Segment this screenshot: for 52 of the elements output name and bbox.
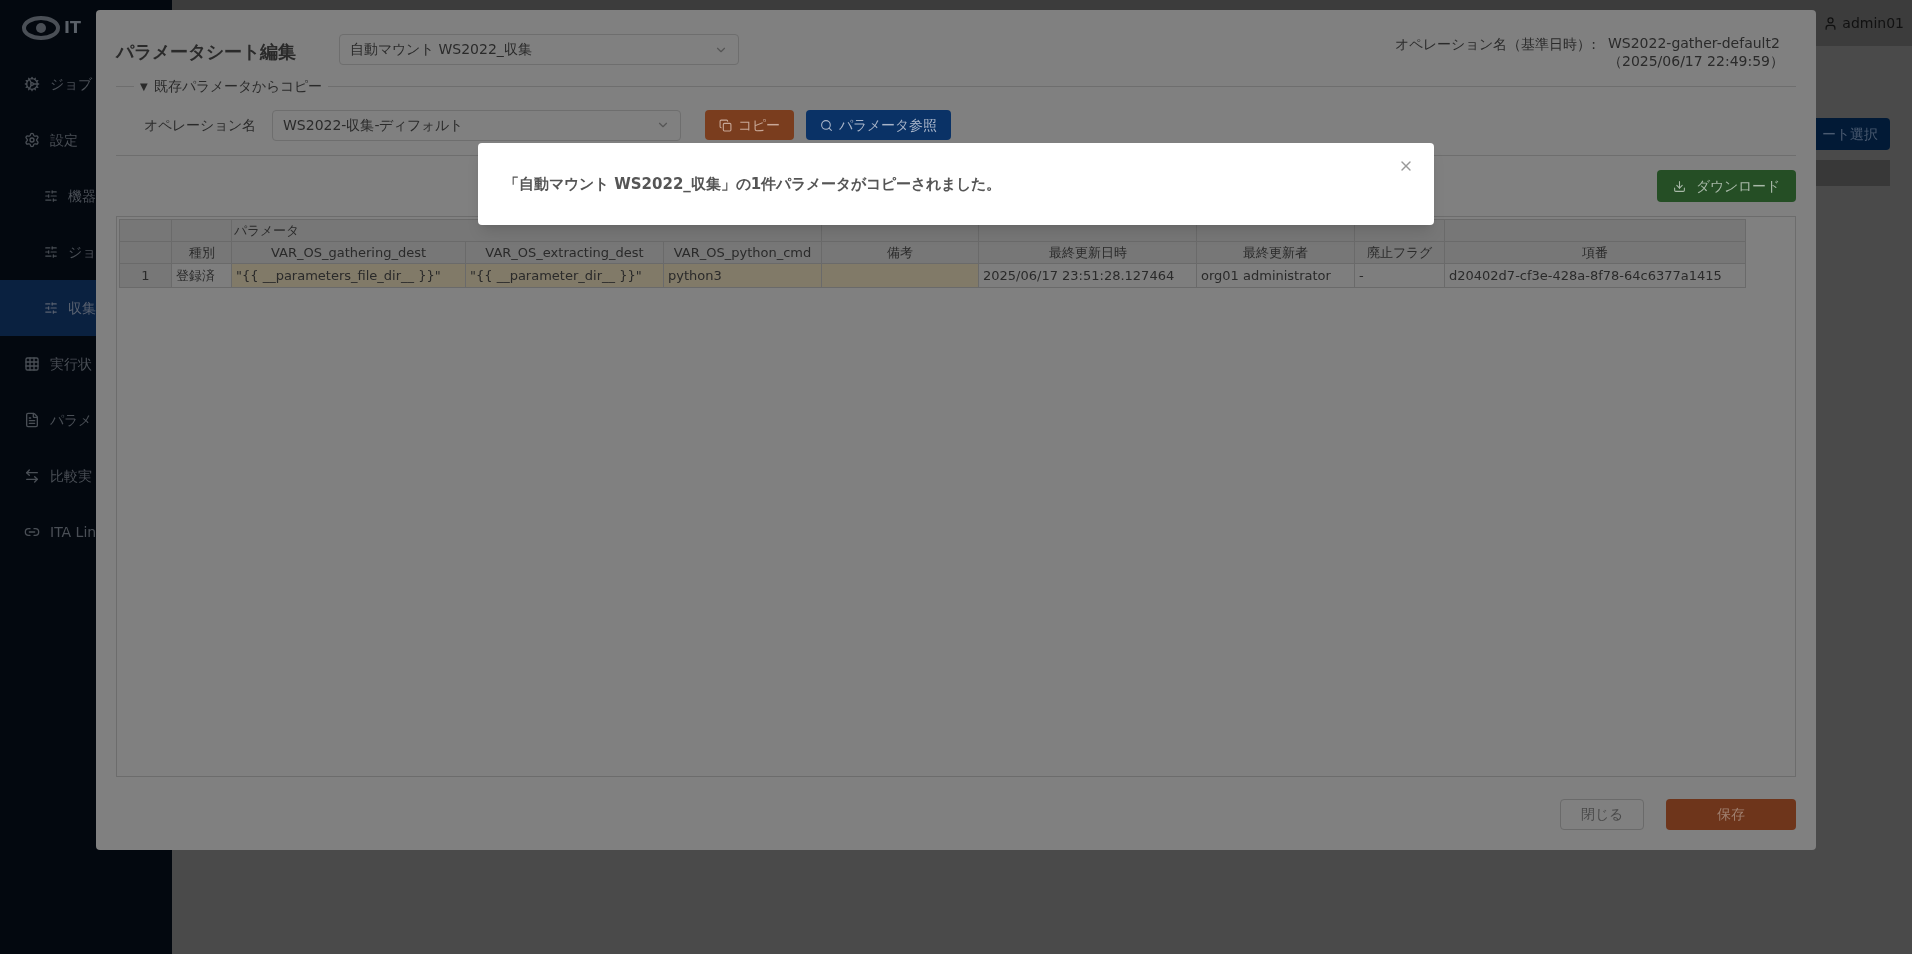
dialog-title: パラメータシート編集 [116, 40, 297, 64]
sidebar-item[interactable]: パラメ [0, 392, 172, 448]
document-icon [24, 412, 40, 428]
group-header: パラメータ [234, 222, 299, 238]
logo-text: IT [64, 17, 81, 39]
search-icon [820, 118, 833, 132]
download-button[interactable]: ダウンロード [1657, 170, 1796, 202]
table-cell: "{{ __parameters_file_dir__ }}" [236, 267, 441, 283]
column-header: 最終更新者 [1243, 244, 1308, 260]
save-button[interactable]: 保存 [1666, 799, 1796, 830]
table-cell: python3 [668, 267, 722, 283]
sidebar-item[interactable]: 比較実 [0, 448, 172, 504]
table-cell: 2025/06/17 23:51:28.127464 [983, 267, 1175, 283]
operation-date: （2025/06/17 22:49:59） [1607, 52, 1784, 70]
toast-message: 「自動マウント WS2022_収集」の1件パラメータがコピーされました。 [504, 173, 1002, 195]
sidebar-item[interactable]: 実行状 [0, 336, 172, 392]
sliders-icon [44, 245, 58, 259]
table-cell: org01 administrator [1201, 267, 1331, 283]
column-header: VAR_OS_python_cmd [673, 244, 812, 260]
operation-name: WS2022-gather-default2 [1607, 34, 1781, 52]
parameter-reference-button[interactable]: パラメータ参照 [806, 110, 951, 140]
operation-field-label: オペレーション名 [144, 115, 257, 135]
sheet-select[interactable]: 自動マウント WS2022_収集 [339, 34, 739, 65]
operation-label: オペレーション名（基準日時）: [1395, 35, 1596, 54]
table-cell: "{{ __parameter_dir__ }}" [470, 267, 642, 283]
gear-icon [24, 76, 40, 92]
download-icon [1673, 179, 1686, 193]
column-header: 最終更新日時 [1048, 244, 1127, 260]
grid-icon [24, 356, 40, 372]
arrows-icon [24, 468, 40, 484]
sidebar-item[interactable]: 機器 [0, 168, 172, 224]
copy-button[interactable]: コピー [705, 110, 794, 140]
sliders-icon [44, 301, 58, 315]
table-cell: d20402d7-cf3e-428a-8f78-64c6377a1415 [1449, 267, 1722, 283]
operation-select[interactable]: WS2022-収集-ディフォルト [272, 109, 681, 141]
column-header: 種別 [188, 244, 215, 260]
table-cell: - [1359, 267, 1364, 283]
column-header: 廃止フラグ [1367, 244, 1432, 260]
section-legend: 既存パラメータからコピー [153, 76, 322, 97]
table-cell: 登録済 [176, 267, 215, 283]
column-header: 項番 [1582, 244, 1608, 260]
column-header: 備考 [887, 244, 913, 260]
column-header: VAR_OS_extracting_dest [485, 244, 644, 260]
table-cell: 1 [141, 267, 150, 283]
column-header: VAR_OS_gathering_dest [270, 244, 427, 260]
collapse-toggle[interactable]: ▼ [140, 79, 148, 94]
sidebar-item[interactable]: ITA Lin [0, 504, 172, 560]
copy-icon [719, 118, 732, 132]
sliders-icon [44, 189, 58, 203]
logo-icon [22, 15, 60, 41]
gear-icon [24, 132, 40, 148]
user-icon [1823, 15, 1839, 31]
